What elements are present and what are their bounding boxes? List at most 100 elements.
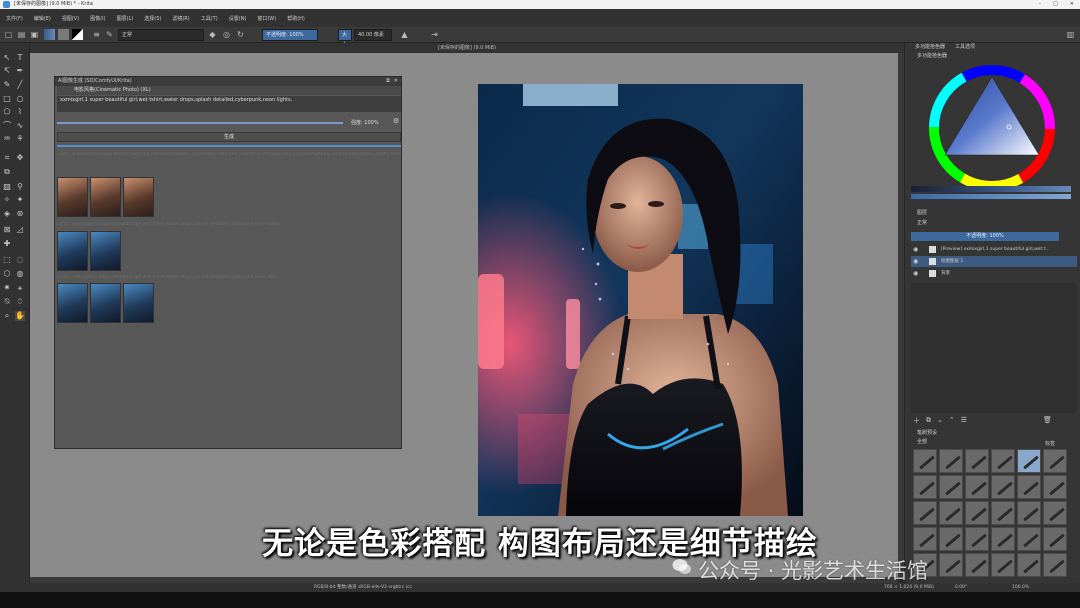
brush-preset[interactable]	[991, 449, 1015, 473]
layers-opacity-slider[interactable]: 不透明度: 100%	[911, 232, 1059, 241]
prompt-input[interactable]: xxmixgirl,1 super beautiful girl,wet tsh…	[57, 96, 401, 112]
ellipse-select-icon[interactable]: ◌	[15, 255, 25, 265]
menu-file[interactable]: 文件(F)	[6, 15, 23, 22]
measure-tool-icon[interactable]: ◿	[15, 225, 25, 235]
menu-tools[interactable]: 工具(T)	[201, 15, 218, 22]
history-thumbnail[interactable]	[57, 177, 88, 217]
close-button[interactable]: ✕	[1070, 0, 1074, 9]
smart-patch-icon[interactable]: ✧	[2, 195, 12, 205]
brush-presets-icon[interactable]: ≡	[92, 30, 101, 39]
freehand-brush-icon[interactable]: ✎	[2, 80, 12, 90]
similar-select-icon[interactable]: ⚹	[15, 283, 25, 293]
menu-window[interactable]: 窗口(W)	[257, 15, 276, 22]
freehand-path-icon[interactable]: ∿	[15, 121, 25, 131]
strength-slider[interactable]	[57, 122, 343, 124]
magnetic-select-icon[interactable]: ⍥	[15, 297, 25, 307]
transform-tool-icon[interactable]: ⧉	[2, 167, 12, 177]
enclose-fill-icon[interactable]: ⊛	[15, 209, 25, 219]
text-tool-icon[interactable]: T	[15, 53, 25, 63]
ellipse-tool-icon[interactable]: ○	[15, 94, 25, 104]
wrap-around-icon[interactable]: ⇥	[430, 30, 439, 39]
color-picker-icon[interactable]: ⚲	[15, 182, 25, 192]
zoom-tool-icon[interactable]: ⌕	[2, 311, 12, 321]
menu-layer[interactable]: 图层(L)	[117, 15, 134, 22]
menu-view[interactable]: 视图(V)	[62, 15, 79, 22]
brush-preset[interactable]	[913, 475, 937, 499]
menu-edit[interactable]: 编辑(E)	[34, 15, 51, 22]
freehand-select-icon[interactable]: ◍	[15, 269, 25, 279]
select-shapes-icon[interactable]: ↖	[2, 53, 12, 63]
tab-advanced-color-selector[interactable]: 多功能拾色器	[915, 43, 945, 52]
colorize-mask-icon[interactable]: ✦	[15, 195, 25, 205]
brush-preset[interactable]	[991, 475, 1015, 499]
pattern-swatch[interactable]	[58, 29, 69, 40]
visibility-eye-icon[interactable]: ◉	[913, 268, 918, 279]
color-slider-2[interactable]	[911, 194, 1071, 199]
bezier-select-icon[interactable]: ⍉	[2, 297, 12, 307]
move-down-icon[interactable]: ⌄	[937, 416, 943, 426]
history-thumbnail[interactable]	[90, 231, 121, 271]
rotation-status[interactable]: 0.00°	[955, 583, 967, 592]
rectangle-tool-icon[interactable]: □	[2, 94, 12, 104]
history-thumbnail[interactable]	[57, 231, 88, 271]
crop-tool-icon[interactable]: ⌗	[2, 153, 12, 163]
visibility-eye-icon[interactable]: ◉	[913, 244, 918, 255]
layer-row[interactable]: ◉ 背景	[911, 268, 1077, 279]
layers-blend-mode[interactable]: 正常	[905, 219, 1080, 227]
preserve-alpha-icon[interactable]: ◎	[222, 30, 231, 39]
open-document-icon[interactable]: ▤	[17, 30, 26, 39]
settings-gear-icon[interactable]: ⚙	[393, 117, 399, 125]
move-tool-icon[interactable]: ✥	[15, 153, 25, 163]
contiguous-select-icon[interactable]: ✷	[2, 283, 12, 293]
polygon-select-icon[interactable]: ⬡	[2, 269, 12, 279]
edit-shapes-icon[interactable]: ↸	[2, 66, 12, 76]
duplicate-layer-icon[interactable]: ⧉	[926, 416, 931, 426]
multibrush-icon[interactable]: ⚘	[15, 134, 25, 144]
history-thumbnail[interactable]	[123, 177, 154, 217]
reference-images-icon[interactable]: ✚	[2, 239, 12, 249]
brush-editor-icon[interactable]: ✎	[105, 30, 114, 39]
color-slider-1[interactable]	[911, 186, 1071, 192]
brush-preset[interactable]	[965, 475, 989, 499]
menu-image[interactable]: 图像(I)	[90, 15, 105, 22]
brush-preset[interactable]	[965, 449, 989, 473]
document-tab[interactable]: [未保存的图像] (9.0 MiB)	[30, 43, 904, 53]
minimize-button[interactable]: –	[1039, 0, 1042, 9]
brush-preset[interactable]	[939, 449, 963, 473]
docker-float-icon[interactable]: ⧉	[386, 77, 390, 86]
layer-properties-icon[interactable]: ☰	[961, 416, 967, 426]
brush-preset[interactable]	[913, 449, 937, 473]
fill-tool-icon[interactable]: ◈	[2, 209, 12, 219]
calligraphy-icon[interactable]: ✒	[15, 66, 25, 76]
new-document-icon[interactable]: ▢	[4, 30, 13, 39]
history-thumbnail[interactable]	[90, 177, 121, 217]
save-document-icon[interactable]: ▣	[30, 30, 39, 39]
layer-row[interactable]: ◉ [Preview] xxmixgirl,1 super beautiful …	[911, 244, 1077, 255]
eraser-mode-icon[interactable]: ◆	[208, 30, 217, 39]
brush-preset[interactable]	[1043, 449, 1067, 473]
pan-tool-icon[interactable]: ✋	[15, 311, 25, 321]
zoom-status[interactable]: 100.0%	[1012, 583, 1029, 592]
brush-preset[interactable]	[1043, 475, 1067, 499]
move-up-icon[interactable]: ⌃	[949, 416, 955, 426]
dynamic-brush-icon[interactable]: ♒	[2, 134, 12, 144]
rect-select-icon[interactable]: ⬚	[2, 255, 12, 265]
mirror-icon[interactable]: ▲	[400, 30, 409, 39]
layer-row-selected[interactable]: ◉ 绘图图层 1	[911, 256, 1077, 267]
gradient-tool-icon[interactable]: ▨	[2, 182, 12, 192]
blend-mode-select[interactable]: 正常	[118, 29, 204, 41]
reload-preset-icon[interactable]: ↻	[236, 30, 245, 39]
brush-preset[interactable]	[1017, 475, 1041, 499]
add-layer-icon[interactable]: ＋	[913, 416, 920, 426]
polyline-tool-icon[interactable]: ⌇	[15, 107, 25, 117]
delete-layer-icon[interactable]: 🗑	[1043, 416, 1052, 426]
docker-close-icon[interactable]: ✕	[394, 77, 398, 86]
workspace-icon[interactable]: ▥	[1066, 30, 1075, 39]
history-thumbnail[interactable]	[90, 283, 121, 323]
polygon-tool-icon[interactable]: ⬠	[2, 107, 12, 117]
history-thumbnail[interactable]	[57, 283, 88, 323]
size-slider[interactable]: 40.00 像素	[354, 29, 392, 41]
hsv-color-wheel[interactable]	[927, 63, 1057, 193]
history-thumbnail[interactable]	[123, 283, 154, 323]
generate-button[interactable]: 生成	[57, 132, 401, 142]
